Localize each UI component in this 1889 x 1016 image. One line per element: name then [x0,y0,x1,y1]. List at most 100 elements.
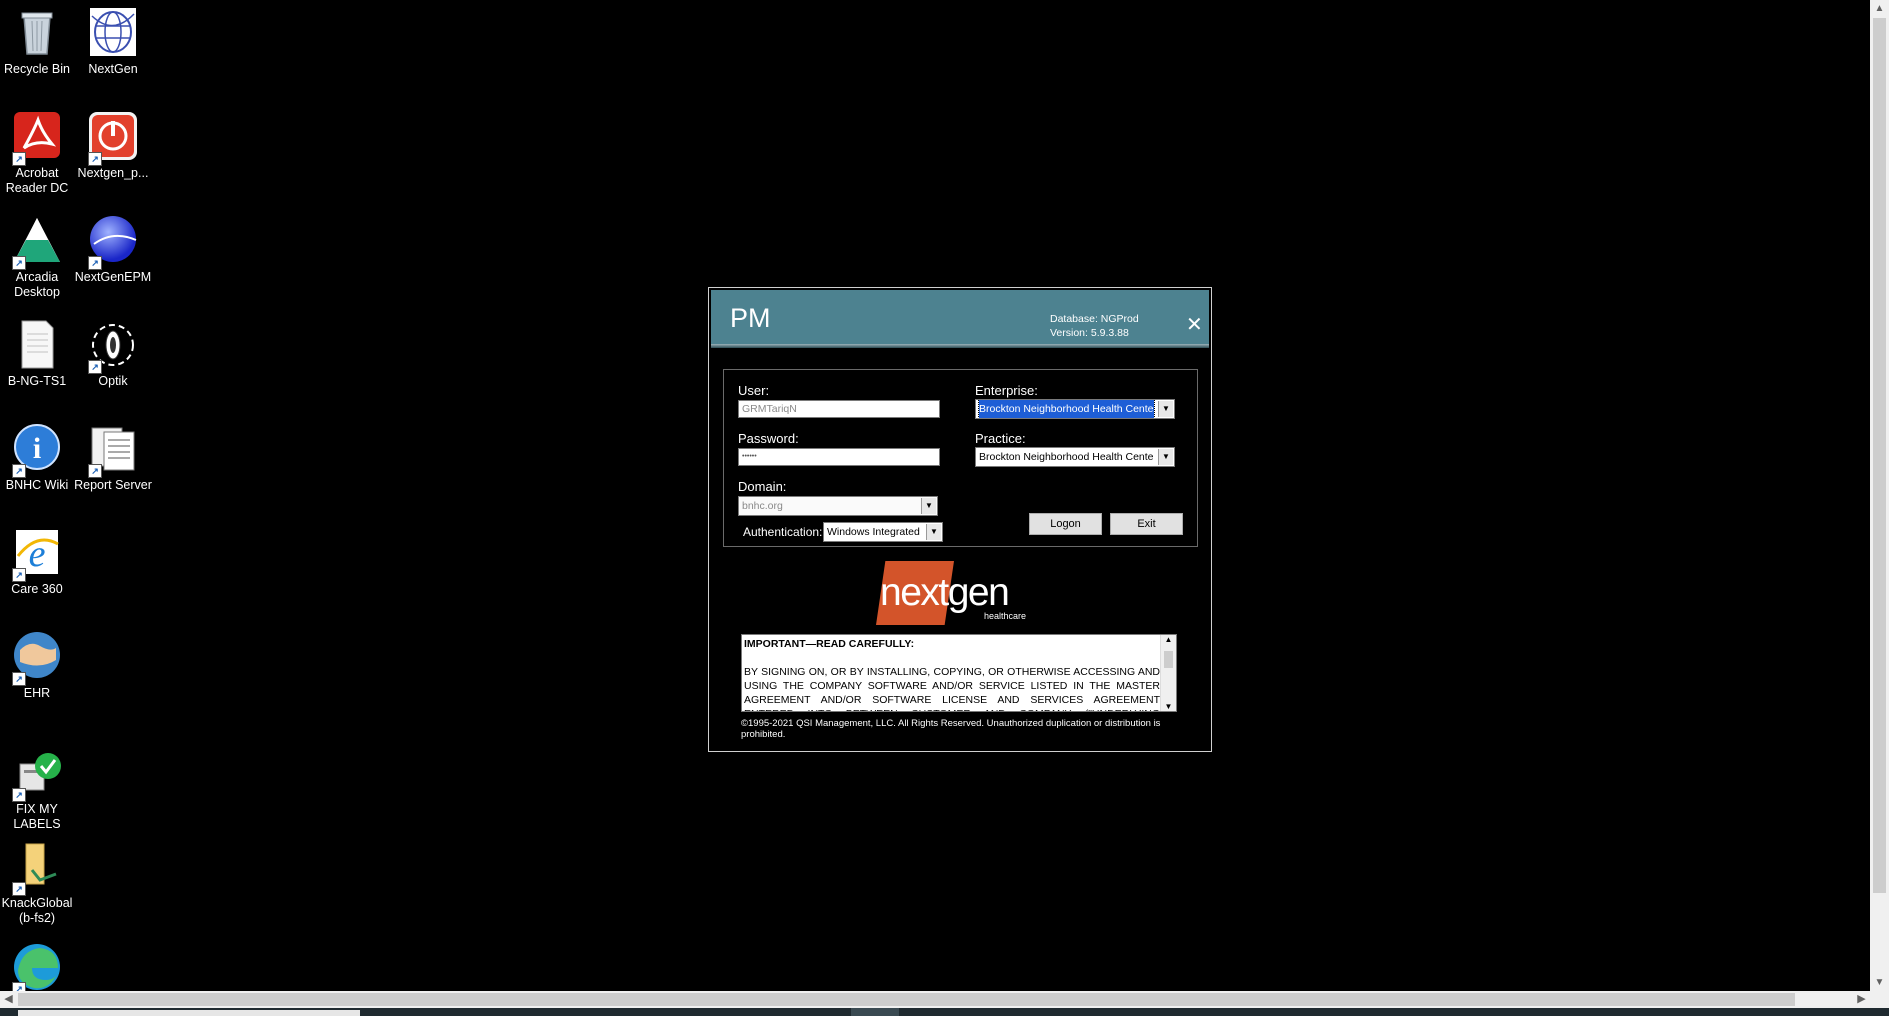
horizontal-scrollbar[interactable]: ◀ ▶ [0,991,1870,1008]
authentication-value: Windows Integrated [827,526,920,538]
enterprise-select[interactable]: Brockton Neighborhood Health Cente ▼ [975,399,1175,419]
practice-select[interactable]: Brockton Neighborhood Health Cente ▼ [975,447,1175,467]
practice-label: Practice: [975,431,1026,446]
desktop-icon-fix-my-labels[interactable]: ↗ FIX MY LABELS [0,746,79,832]
scroll-left-icon[interactable]: ◀ [0,991,17,1008]
shortcut-arrow-icon: ↗ [12,256,26,270]
horizontal-scroll-thumb[interactable] [18,993,1795,1006]
version-label: Version: 5.9.3.88 [1050,327,1129,339]
shortcut-arrow-icon: ↗ [12,672,26,686]
desktop-icon-label: Optik [98,374,128,388]
close-icon[interactable]: ✕ [1186,315,1203,335]
desktop-icon-label: Recycle Bin [4,62,70,76]
desktop-icon-label: NextGenEPM [74,270,152,284]
pm-logon-dialog: PM Database: NGProd Version: 5.9.3.88 ✕ … [708,287,1212,752]
report-icon: ↗ [86,422,140,478]
scroll-up-icon[interactable]: ▲ [1161,635,1176,644]
desktop-icon-report-server[interactable]: ↗ Report Server [71,422,155,493]
scroll-up-icon[interactable]: ▲ [1870,0,1889,17]
internet-explorer-icon: e ↗ [10,526,64,582]
domain-select[interactable]: bnhc.org ▼ [738,496,938,516]
desktop-icon-label: FIX MY LABELS [13,802,61,831]
desktop-icon-care-360[interactable]: e ↗ Care 360 [0,526,79,597]
domain-label: Domain: [738,479,787,494]
database-info: Database: NGProd Version: 5.9.3.88 [1050,312,1139,340]
svg-text:i: i [33,432,41,465]
license-title: IMPORTANT—READ CAREFULLY: [744,638,915,650]
ehr-globe-icon: ↗ [10,630,64,686]
desktop-icon-ehr[interactable]: ↗ EHR [0,630,79,701]
dialog-title: PM [730,303,771,333]
password-input[interactable]: •••••• [738,448,940,466]
vertical-scroll-thumb[interactable] [1873,18,1886,893]
desktop-icon-label: Report Server [74,478,152,492]
chevron-down-icon: ▼ [921,498,936,514]
logon-button[interactable]: Logon [1029,513,1102,535]
enterprise-value: Brockton Neighborhood Health Cente [978,400,1155,418]
edge-browser-icon: ↗ [10,940,64,996]
header-divider [711,344,1209,348]
desktop-icon-arcadia[interactable]: ↗ Arcadia Desktop [0,214,79,300]
scroll-down-icon[interactable]: ▼ [1870,974,1889,991]
shortcut-arrow-icon: ↗ [12,882,26,896]
taskbar-item[interactable] [18,1010,360,1016]
practice-value: Brockton Neighborhood Health Cente [979,451,1154,463]
shortcut-arrow-icon: ↗ [12,568,26,582]
chevron-down-icon: ▼ [1158,401,1173,417]
license-content: IMPORTANT—READ CAREFULLY: BY SIGNING ON,… [744,637,1160,711]
dialog-header[interactable]: PM Database: NGProd Version: 5.9.3.88 ✕ [711,290,1209,348]
desktop-icon-nextgen[interactable]: NextGen [71,6,155,77]
taskbar [0,1008,1889,1016]
desktop-icon-nextgenepm[interactable]: ↗ NextGenEPM [71,214,155,285]
desktop-icon-b-ng-ts1[interactable]: B-NG-TS1 [0,318,79,389]
scroll-right-icon[interactable]: ▶ [1853,991,1870,1008]
desktop-icon-label: BNHC Wiki [5,478,69,492]
desktop-icon-label: NextGen [88,62,138,76]
desktop-icon-label: Arcadia Desktop [14,270,60,299]
desktop-icon-label: Nextgen_p... [77,166,149,180]
shortcut-arrow-icon: ↗ [12,464,26,478]
blue-globe-icon: ↗ [86,214,140,270]
user-input[interactable]: GRMTariqN [738,400,940,418]
desktop-icon-bnhc-wiki[interactable]: i ↗ BNHC Wiki [0,422,79,493]
taskbar-item[interactable] [851,1008,899,1016]
recycle-bin-icon [10,6,64,60]
scroll-thumb[interactable] [1164,651,1173,668]
desktop-icon-recycle-bin[interactable]: Recycle Bin [0,6,79,77]
shortcut-arrow-icon: ↗ [12,788,26,802]
database-label: Database: NGProd [1050,313,1139,325]
login-form-panel: User: GRMTariqN Password: •••••• Domain:… [723,369,1198,547]
copyright-notice: ©1995-2021 QSI Management, LLC. All Righ… [741,718,1161,740]
user-label: User: [738,383,770,398]
logo-wordmark: nextgen [880,571,1010,614]
desktop-icon-nextgen-p[interactable]: ↗ Nextgen_p... [71,110,155,181]
domain-value: bnhc.org [742,500,783,512]
license-scrollbar[interactable]: ▲ ▼ [1160,635,1176,711]
acrobat-icon: ↗ [10,110,64,166]
desktop-icon-optik[interactable]: ↗ Optik [71,318,155,389]
authentication-select[interactable]: Windows Integrated ▼ [823,522,943,542]
desktop-icon-edge[interactable]: ↗ [0,940,79,996]
desktop-icon-knackglobal[interactable]: ↗ KnackGlobal (b-fs2) [0,840,79,926]
desktop-icon-label: KnackGlobal (b-fs2) [1,896,73,925]
license-body: BY SIGNING ON, OR BY INSTALLING, COPYING… [744,666,1160,711]
license-agreement-text[interactable]: IMPORTANT—READ CAREFULLY: BY SIGNING ON,… [741,634,1177,712]
labels-check-icon: ↗ [10,746,64,802]
chevron-down-icon: ▼ [926,524,941,540]
shortcut-arrow-icon: ↗ [12,152,26,166]
shortcut-arrow-icon: ↗ [88,256,102,270]
enterprise-label: Enterprise: [975,383,1038,398]
shortcut-arrow-icon: ↗ [88,152,102,166]
vertical-scrollbar[interactable]: ▲ ▼ [1870,0,1889,1008]
password-label: Password: [738,431,799,446]
desktop-icon-acrobat[interactable]: ↗ Acrobat Reader DC [0,110,79,196]
desktop-icon-label: Acrobat Reader DC [5,166,69,195]
exit-button[interactable]: Exit [1110,513,1183,535]
folder-icon: ↗ [10,840,64,896]
nextgen-logo: nextgen healthcare [876,561,1036,627]
chevron-down-icon: ▼ [1158,449,1173,465]
authentication-label: Authentication: [743,525,823,539]
desktop-icon-label: Care 360 [11,582,63,596]
scroll-down-icon[interactable]: ▼ [1161,702,1176,711]
desktop-icon-label: EHR [23,686,51,700]
